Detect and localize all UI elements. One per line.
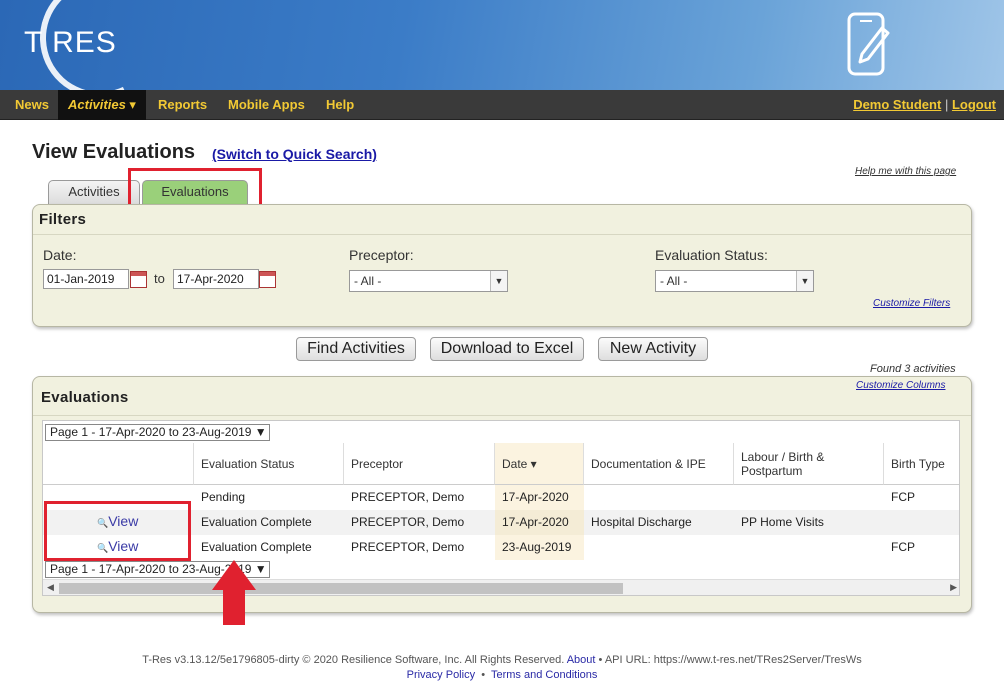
red-arrow-icon <box>212 560 256 590</box>
date-to-input[interactable]: 17-Apr-2020 <box>173 269 259 289</box>
about-link[interactable]: About <box>567 654 596 666</box>
customize-filters-link[interactable]: Customize Filters <box>873 298 950 309</box>
help-link[interactable]: Help me with this page <box>855 166 956 177</box>
switch-to-quick-search-link[interactable]: (Switch to Quick Search) <box>212 146 377 162</box>
cell-labour: PP Home Visits <box>741 515 824 529</box>
to-label: to <box>154 271 165 286</box>
nav-help[interactable]: Help <box>326 90 354 120</box>
column-header-preceptor[interactable]: Preceptor <box>344 443 495 485</box>
scroll-thumb[interactable] <box>59 583 623 594</box>
nav-mobile-apps[interactable]: Mobile Apps <box>228 90 305 120</box>
new-activity-button[interactable]: New Activity <box>598 337 708 361</box>
filters-panel: Filters Date: 01-Jan-2019 to 17-Apr-2020… <box>32 204 972 327</box>
column-header-labour[interactable]: Labour / Birth & Postpartum <box>734 443 884 485</box>
cell-status: Evaluation Complete <box>201 540 312 554</box>
nav-reports[interactable]: Reports <box>158 90 207 120</box>
cell-status: Pending <box>201 490 246 504</box>
filters-title: Filters <box>39 211 87 228</box>
cell-documentation <box>584 535 591 560</box>
date-from-input[interactable]: 01-Jan-2019 <box>43 269 129 289</box>
date-label: Date: <box>43 247 77 263</box>
main-nav: News Activities ▾ Reports Mobile Apps He… <box>0 90 1004 120</box>
footer-copyright: T-Res v3.13.12/5e1796805-dirty © 2020 Re… <box>142 654 565 666</box>
nav-activities[interactable]: Activities ▾ <box>58 90 146 120</box>
preceptor-select[interactable]: - All - ▼ <box>349 270 508 292</box>
pager-top[interactable]: Page 1 - 17-Apr-2020 to 23-Aug-2019 ▼ <box>45 424 270 441</box>
status-label: Evaluation Status: <box>655 247 768 263</box>
column-header-documentation[interactable]: Documentation & IPE <box>584 443 734 485</box>
column-header-birth-type[interactable]: Birth Type <box>884 443 959 485</box>
customize-columns-link[interactable]: Customize Columns <box>856 380 945 391</box>
app-header: T RES <box>0 0 1004 90</box>
cell-birth-type: FCP <box>891 490 915 504</box>
column-header-actions <box>43 443 194 485</box>
cell-labour <box>734 485 741 510</box>
nav-news[interactable]: News <box>15 90 49 120</box>
cell-documentation <box>584 485 591 510</box>
user-name-link[interactable]: Demo Student <box>853 97 941 112</box>
find-activities-button[interactable]: Find Activities <box>296 337 416 361</box>
calendar-icon[interactable] <box>130 271 147 288</box>
terms-link[interactable]: Terms and Conditions <box>491 669 597 681</box>
footer-api-url: API URL: https://www.t-res.net/TRes2Serv… <box>604 654 862 666</box>
footer-line-2: Privacy Policy • Terms and Conditions <box>0 669 1004 681</box>
cell-date: 17-Apr-2020 <box>502 515 569 529</box>
cell-labour <box>734 535 741 560</box>
preceptor-label: Preceptor: <box>349 247 414 263</box>
mobile-edit-icon[interactable] <box>846 12 890 76</box>
cell-birth-type: FCP <box>891 540 915 554</box>
horizontal-scrollbar[interactable]: ◀ ▶ <box>43 579 959 595</box>
nav-separator: | <box>944 97 949 112</box>
footer-bullet: • <box>481 669 486 681</box>
preceptor-select-value: - All - <box>354 274 382 288</box>
filters-divider <box>33 234 971 235</box>
tab-activities[interactable]: Activities <box>48 180 140 204</box>
chevron-down-icon: ▼ <box>796 271 813 291</box>
column-header-status[interactable]: Evaluation Status <box>194 443 344 485</box>
highlight-box-view-links <box>44 501 191 561</box>
logout-link[interactable]: Logout <box>952 97 996 112</box>
download-excel-button[interactable]: Download to Excel <box>430 337 584 361</box>
results-count: Found 3 activities <box>870 363 956 375</box>
chevron-down-icon: ▼ <box>490 271 507 291</box>
cell-preceptor: PRECEPTOR, Demo <box>351 515 465 529</box>
evaluations-title: Evaluations <box>41 389 129 406</box>
column-header-date[interactable]: Date ▾ <box>495 443 584 485</box>
scroll-right-icon[interactable]: ▶ <box>950 582 957 593</box>
cell-date: 23-Aug-2019 <box>502 540 572 554</box>
evaluations-divider <box>33 415 971 416</box>
cell-documentation: Hospital Discharge <box>591 515 692 529</box>
tres-logo[interactable]: T RES <box>24 26 117 60</box>
red-arrow-shaft <box>223 587 245 625</box>
user-links: Demo Student | Logout <box>853 90 996 120</box>
page-title: View Evaluations <box>32 141 196 163</box>
footer-line-1: T-Res v3.13.12/5e1796805-dirty © 2020 Re… <box>0 654 1004 666</box>
cell-preceptor: PRECEPTOR, Demo <box>351 490 465 504</box>
cell-birth-type <box>884 510 891 535</box>
cell-preceptor: PRECEPTOR, Demo <box>351 540 465 554</box>
status-select[interactable]: - All - ▼ <box>655 270 814 292</box>
cell-status: Evaluation Complete <box>201 515 312 529</box>
footer-bullet: • <box>598 654 603 666</box>
status-select-value: - All - <box>660 274 688 288</box>
cell-date: 17-Apr-2020 <box>502 490 569 504</box>
privacy-policy-link[interactable]: Privacy Policy <box>407 669 475 681</box>
calendar-icon[interactable] <box>259 271 276 288</box>
scroll-left-icon[interactable]: ◀ <box>47 582 54 593</box>
